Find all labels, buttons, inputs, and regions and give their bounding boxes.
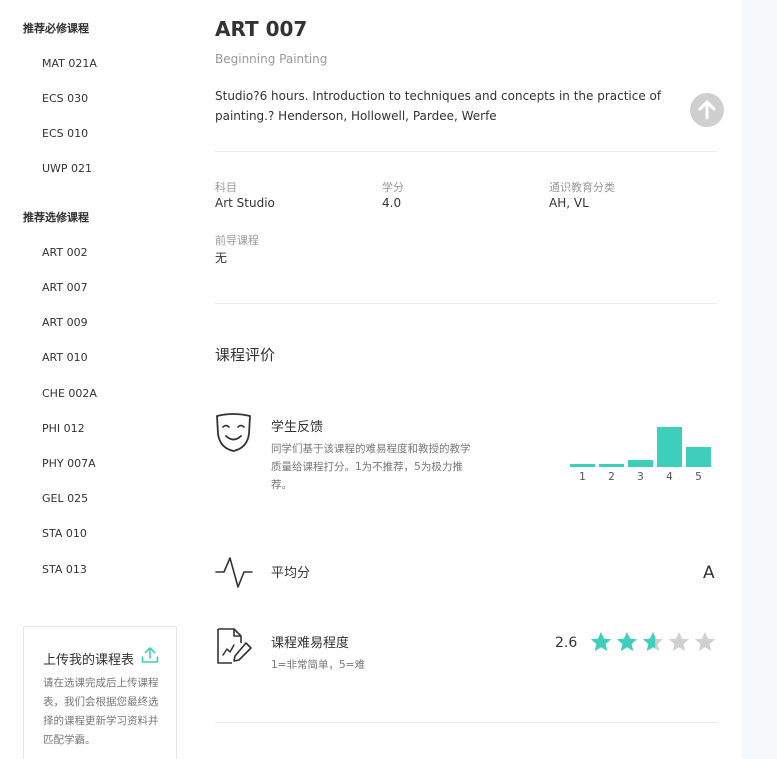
required-courses-heading: 推荐必修课程 xyxy=(23,22,89,35)
elective-courses-heading: 推荐选修课程 xyxy=(23,211,89,224)
divider xyxy=(215,303,717,304)
document-edit-icon xyxy=(217,628,252,664)
arrow-up-icon xyxy=(698,100,716,120)
scroll-to-top-button[interactable] xyxy=(690,93,724,127)
star-icon xyxy=(695,632,715,651)
histogram-label-4: 4 xyxy=(666,471,673,483)
credits-value: 4.0 xyxy=(382,196,402,210)
histogram-label-1: 1 xyxy=(579,471,586,483)
upload-icon[interactable] xyxy=(140,645,160,665)
star-icon xyxy=(669,632,689,651)
sidebar-item-art-002[interactable]: ART 002 xyxy=(42,246,88,259)
sidebar-item-sta-010[interactable]: STA 010 xyxy=(42,527,87,540)
histogram-label-3: 3 xyxy=(637,471,644,483)
sidebar-item-phi-012[interactable]: PHI 012 xyxy=(42,422,85,435)
average-score-title: 平均分 xyxy=(271,566,311,581)
prerequisite-label: 前导课程 xyxy=(215,234,259,247)
difficulty-score: 2.6 xyxy=(555,635,578,651)
histogram-label-2: 2 xyxy=(608,471,615,483)
histogram-bar-2 xyxy=(599,464,624,467)
histogram-bar-3 xyxy=(628,460,653,467)
histogram-label-5: 5 xyxy=(695,471,702,483)
rating-histogram: 1 2 3 4 5 xyxy=(570,420,712,486)
sidebar: 推荐必修课程 MAT 021A ECS 030 ECS 010 UWP 021 … xyxy=(0,0,190,759)
divider xyxy=(215,722,717,723)
student-feedback-title: 学生反馈 xyxy=(271,420,324,435)
sidebar-item-mat-021a[interactable]: MAT 021A xyxy=(42,57,97,70)
course-name: Beginning Painting xyxy=(215,52,328,66)
histogram-bar-4 xyxy=(657,427,682,467)
difficulty-title: 课程难易程度 xyxy=(271,636,350,651)
star-icon xyxy=(643,632,663,651)
sidebar-item-che-002a[interactable]: CHE 002A xyxy=(42,387,97,400)
upload-schedule-title: 上传我的课程表 xyxy=(43,653,135,668)
histogram-bar-1 xyxy=(570,464,595,467)
difficulty-description: 1=非常简单，5=难 xyxy=(271,659,365,671)
right-gutter xyxy=(742,0,777,759)
ge-category-value: AH, VL xyxy=(549,196,589,210)
subject-value: Art Studio xyxy=(215,196,275,210)
course-description: Studio?6 hours. Introduction to techniqu… xyxy=(215,89,662,123)
upload-schedule-description: 请在选课完成后上传课程表，我们会根据您最终选择的课程更新学习资料并匹配学霸。 xyxy=(43,677,159,746)
star-icon xyxy=(591,632,611,651)
student-feedback-description: 同学们基于该课程的难易程度和教授的教学质量给课程打分。1为不推荐，5为极力推荐。 xyxy=(271,443,471,491)
credits-label: 学分 xyxy=(382,181,404,194)
sidebar-item-ecs-030[interactable]: ECS 030 xyxy=(42,92,88,105)
sidebar-item-art-010[interactable]: ART 010 xyxy=(42,351,88,364)
sidebar-item-uwp-021[interactable]: UWP 021 xyxy=(42,162,92,175)
sidebar-item-phy-007a[interactable]: PHY 007A xyxy=(42,457,96,470)
sidebar-item-gel-025[interactable]: GEL 025 xyxy=(42,492,88,505)
sidebar-item-sta-013[interactable]: STA 013 xyxy=(42,563,87,576)
ge-category-label: 通识教育分类 xyxy=(549,181,615,194)
reviews-section-title: 课程评价 xyxy=(215,346,276,364)
course-code: ART 007 xyxy=(215,17,308,41)
prerequisite-value: 无 xyxy=(215,251,228,265)
pulse-icon xyxy=(215,557,253,588)
sidebar-item-ecs-010[interactable]: ECS 010 xyxy=(42,127,88,140)
upload-schedule-card: 上传我的课程表 请在选课完成后上传课程表，我们会根据您最终选择的课程更新学习资料… xyxy=(23,626,177,759)
subject-label: 科目 xyxy=(215,181,237,194)
histogram-bar-5 xyxy=(686,447,711,467)
smile-mask-icon xyxy=(216,413,251,452)
divider xyxy=(215,151,717,152)
sidebar-item-art-009[interactable]: ART 009 xyxy=(42,316,88,329)
sidebar-item-art-007[interactable]: ART 007 xyxy=(42,281,88,294)
star-icon xyxy=(617,632,637,651)
average-grade: A xyxy=(703,563,715,583)
